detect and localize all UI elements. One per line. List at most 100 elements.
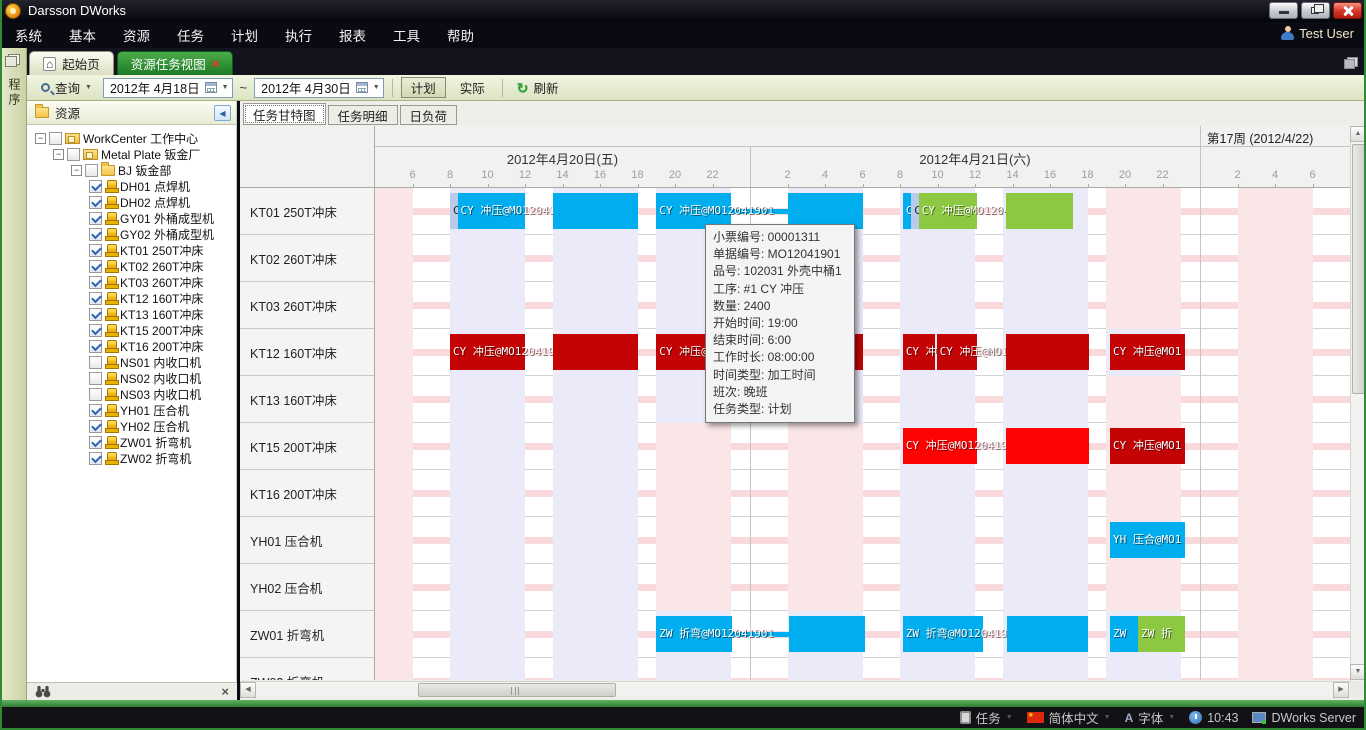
horizontal-scrollbar[interactable]: ◀ ▶ — [240, 681, 1350, 697]
resource-row-header[interactable]: KT01 250T冲床 — [240, 188, 374, 235]
tree-item[interactable]: DH02 点焊机 — [27, 194, 236, 210]
tree-checkbox[interactable] — [89, 452, 102, 465]
scroll-right-button[interactable]: ▶ — [1333, 682, 1349, 698]
tree-item[interactable]: −WorkCenter 工作中心 — [27, 130, 236, 146]
task-bar[interactable]: C — [903, 193, 911, 229]
tree-checkbox[interactable] — [89, 228, 102, 241]
tree-checkbox[interactable] — [89, 404, 102, 417]
task-bar[interactable]: CY 冲压@MO1 — [1110, 428, 1185, 464]
tree-checkbox[interactable] — [89, 436, 102, 449]
horizontal-scroll-thumb[interactable] — [418, 683, 616, 697]
tree-item[interactable]: KT01 250T冲床 — [27, 242, 236, 258]
tab-home[interactable]: ⌂ 起始页 — [29, 51, 114, 75]
scroll-left-button[interactable]: ◀ — [240, 682, 256, 698]
menu-item-报表[interactable]: 报表 — [339, 25, 366, 45]
tree-checkbox[interactable] — [89, 308, 102, 321]
tree-checkbox[interactable] — [89, 196, 102, 209]
actual-toggle-button[interactable]: 实际 — [451, 77, 494, 98]
tree-item[interactable]: KT16 200T冲床 — [27, 338, 236, 354]
task-bar[interactable] — [1006, 334, 1089, 370]
resource-row-header[interactable]: KT03 260T冲床 — [240, 282, 374, 329]
tree-item[interactable]: NS02 内收口机 — [27, 370, 236, 386]
task-bar[interactable] — [553, 193, 637, 229]
task-bar[interactable]: ZW 折弯@MO12041901 — [903, 616, 983, 652]
dock-label[interactable]: 程序 — [6, 78, 23, 108]
tree-checkbox[interactable] — [89, 260, 102, 273]
query-button[interactable]: 查询 ▼ — [35, 78, 98, 98]
tree-checkbox[interactable] — [89, 180, 102, 193]
tree-item[interactable]: DH01 点焊机 — [27, 178, 236, 194]
gantt-tab-任务明细[interactable]: 任务明细 — [328, 105, 398, 125]
tree-expander-icon[interactable]: − — [53, 149, 64, 160]
tree-expander-icon[interactable]: − — [35, 133, 46, 144]
task-bar[interactable]: ZW 折弯@MO12041901 — [656, 616, 732, 652]
tab-close-icon[interactable]: × — [212, 57, 220, 70]
menu-item-基本[interactable]: 基本 — [69, 25, 96, 45]
tree-item[interactable]: −Metal Plate 钣金厂 — [27, 146, 236, 162]
resource-row-header[interactable]: KT02 260T冲床 — [240, 235, 374, 282]
menu-item-执行[interactable]: 执行 — [285, 25, 312, 45]
tree-item[interactable]: YH02 压合机 — [27, 418, 236, 434]
status-item-clipboard[interactable]: 任务▼ — [960, 708, 1013, 727]
resource-row-header[interactable]: KT16 200T冲床 — [240, 470, 374, 517]
minimize-button[interactable] — [1269, 2, 1298, 19]
menu-item-工具[interactable]: 工具 — [393, 25, 420, 45]
close-button[interactable] — [1333, 2, 1362, 19]
task-bar[interactable]: CY 冲压@MO12041904 — [937, 334, 977, 370]
task-bar[interactable] — [789, 616, 865, 652]
task-bar[interactable]: C — [450, 193, 458, 229]
tree-checkbox[interactable] — [67, 148, 80, 161]
menu-item-任务[interactable]: 任务 — [177, 25, 204, 45]
tree-checkbox[interactable] — [89, 420, 102, 433]
gantt-tab-任务甘特图[interactable]: 任务甘特图 — [243, 103, 326, 125]
resource-row-header[interactable]: KT12 160T冲床 — [240, 329, 374, 376]
tree-item[interactable]: KT13 160T冲床 — [27, 306, 236, 322]
menu-item-计划[interactable]: 计划 — [231, 25, 258, 45]
tree-item[interactable]: YH01 压合机 — [27, 402, 236, 418]
resource-row-header[interactable]: ZW01 折弯机 — [240, 611, 374, 658]
gantt-tab-日负荷[interactable]: 日负荷 — [400, 105, 458, 125]
task-bar[interactable] — [1007, 616, 1088, 652]
task-bar[interactable]: CY 冲 — [903, 334, 935, 370]
resource-row-header[interactable]: KT15 200T冲床 — [240, 423, 374, 470]
tree-item[interactable]: ZW02 折弯机 — [27, 450, 236, 466]
tree-checkbox[interactable] — [89, 212, 102, 225]
tree-checkbox[interactable] — [89, 276, 102, 289]
tree-checkbox[interactable] — [89, 372, 102, 385]
windows-stack-icon[interactable] — [5, 54, 20, 67]
tab-resource-task-view[interactable]: 资源任务视图 × — [117, 51, 234, 75]
status-item-clock[interactable]: 10:43 — [1189, 711, 1238, 725]
menu-item-资源[interactable]: 资源 — [123, 25, 150, 45]
status-item-server[interactable]: DWorks Server — [1252, 711, 1356, 725]
tree-item[interactable]: NS01 内收口机 — [27, 354, 236, 370]
task-bar[interactable]: C — [911, 193, 919, 229]
task-bar[interactable]: CY 冲压@MO12041904 — [450, 334, 525, 370]
task-bar[interactable]: YH 压合@MO1 — [1110, 522, 1185, 558]
task-bar[interactable]: ZW 折 — [1138, 616, 1185, 652]
plan-toggle-button[interactable]: 计划 — [401, 77, 446, 98]
tree-checkbox[interactable] — [49, 132, 62, 145]
tree-item[interactable]: KT15 200T冲床 — [27, 322, 236, 338]
tree-item[interactable]: GY01 外桶成型机 — [27, 210, 236, 226]
menu-item-系统[interactable]: 系统 — [15, 25, 42, 45]
resource-row-header[interactable]: YH02 压合机 — [240, 564, 374, 611]
tree-checkbox[interactable] — [89, 324, 102, 337]
tree-item[interactable]: KT03 260T冲床 — [27, 274, 236, 290]
tree-item[interactable]: −BJ 钣金部 — [27, 162, 236, 178]
tree-checkbox[interactable] — [89, 292, 102, 305]
resource-row-header[interactable]: ZW02 折弯机 — [240, 658, 374, 680]
menu-item-帮助[interactable]: 帮助 — [447, 25, 474, 45]
tree-expander-icon[interactable]: − — [71, 165, 82, 176]
tree-checkbox[interactable] — [89, 388, 102, 401]
status-item-font[interactable]: A字体▼ — [1125, 708, 1176, 727]
collapse-sidebar-button[interactable]: ◀ — [214, 105, 231, 121]
status-item-flag[interactable]: ★简体中文▼ — [1027, 708, 1111, 727]
resource-row-header[interactable]: KT13 160T冲床 — [240, 376, 374, 423]
task-bar[interactable] — [1006, 193, 1073, 229]
task-bar[interactable]: ZW — [1110, 616, 1138, 652]
tree-checkbox[interactable] — [89, 340, 102, 353]
window-list-icon[interactable] — [1344, 57, 1358, 69]
task-bar[interactable]: CY 冲压@MO1 — [1110, 334, 1185, 370]
refresh-button[interactable]: ↻ 刷新 — [511, 78, 565, 98]
task-bar[interactable]: CY 冲压@MO12041902 — [919, 193, 977, 229]
